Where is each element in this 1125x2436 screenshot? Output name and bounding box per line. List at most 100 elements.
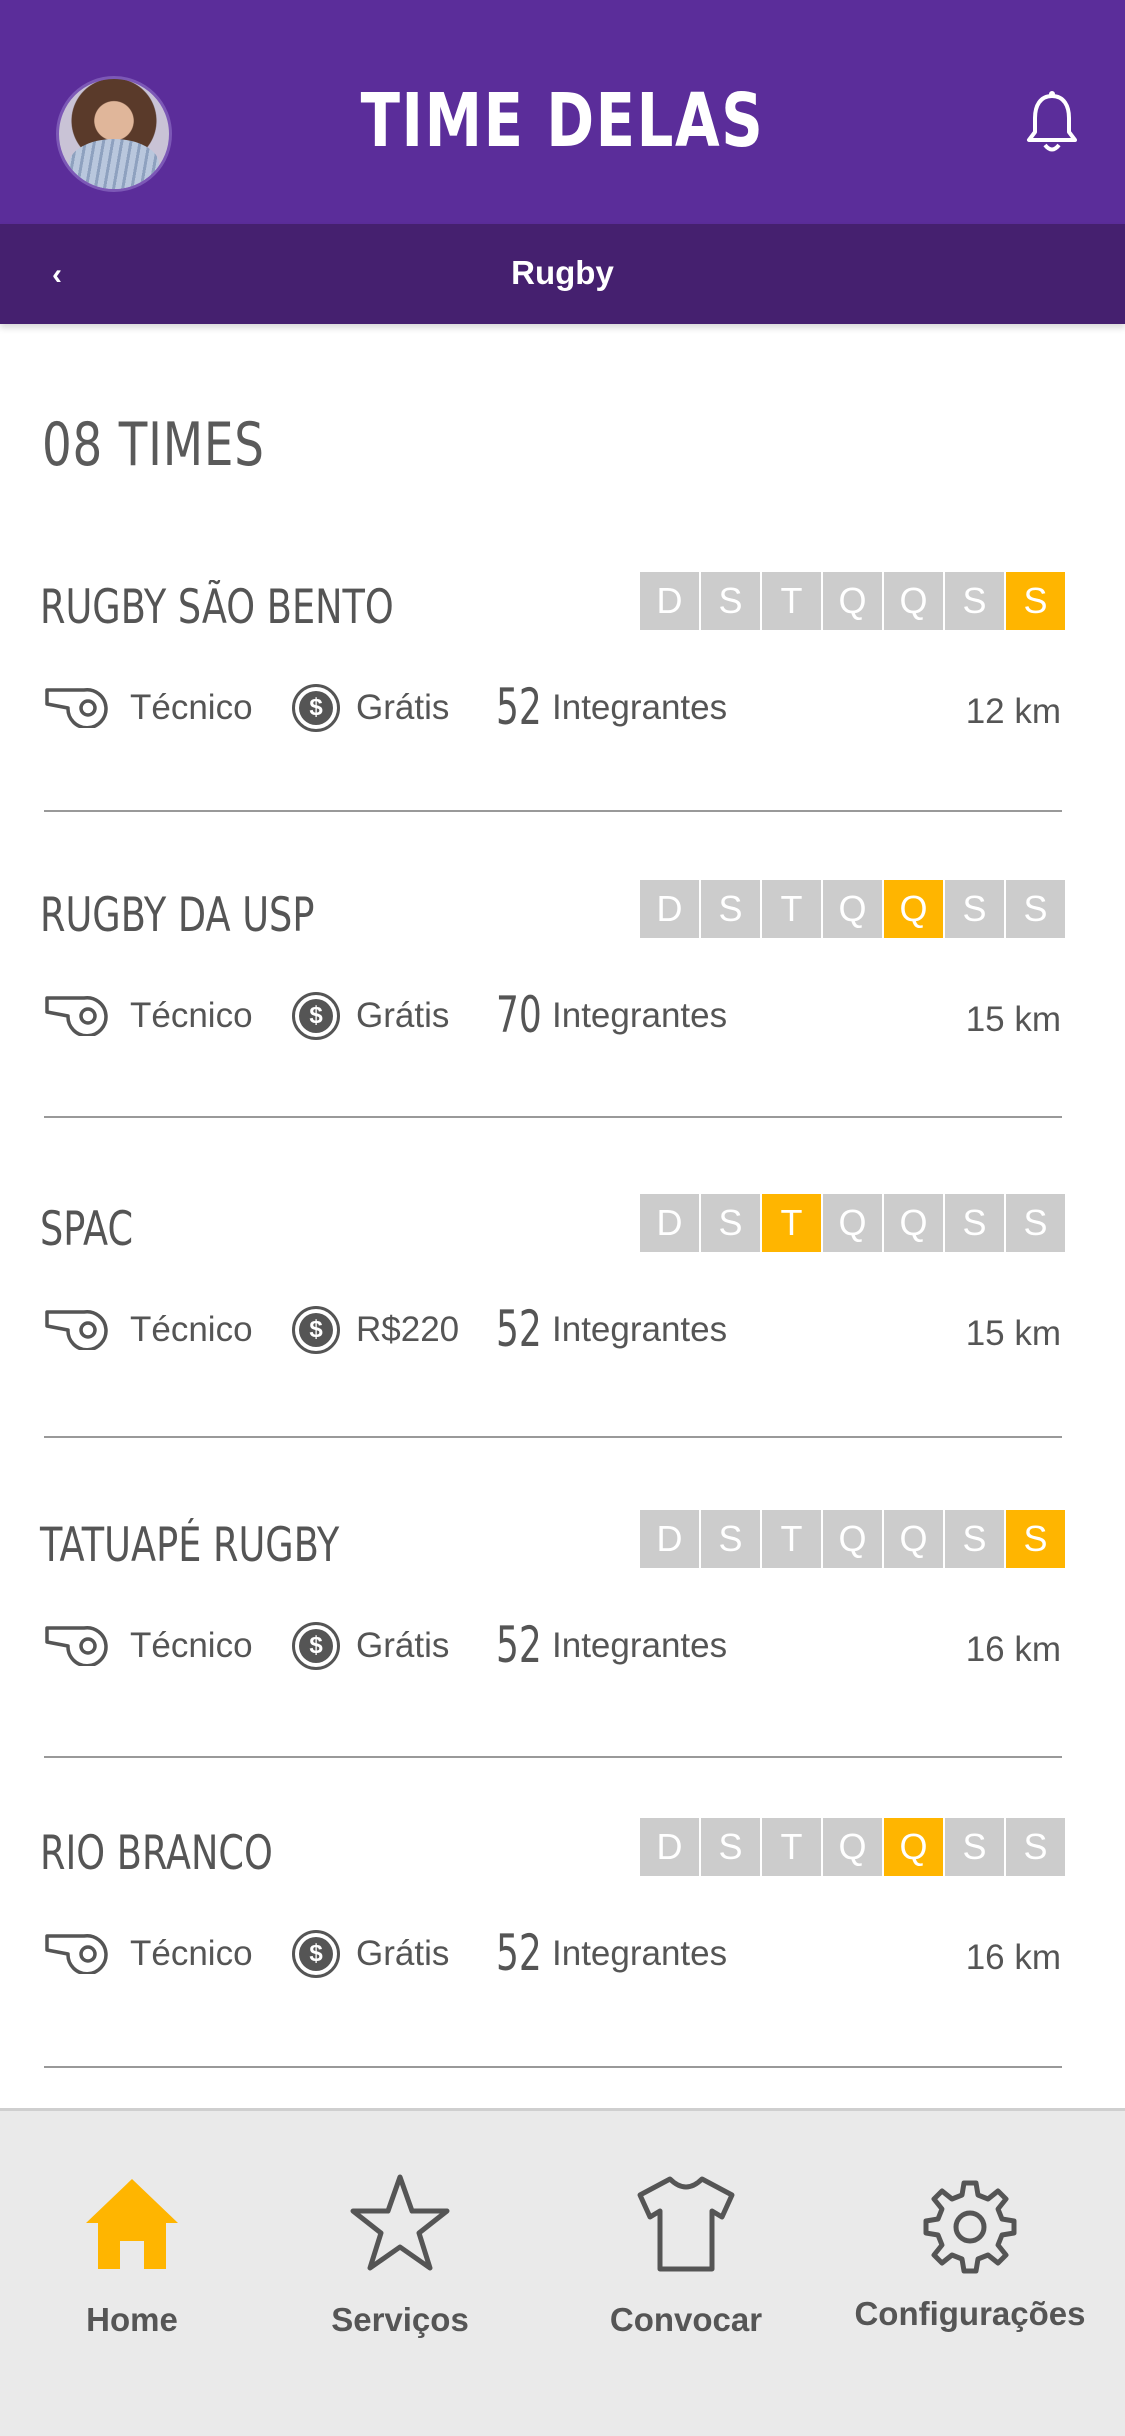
members-label: Integrantes bbox=[552, 996, 728, 1035]
bottom-tab-bar: Home Serviços Convocar Configurações bbox=[0, 2108, 1125, 2436]
price-label: Grátis bbox=[356, 996, 450, 1035]
tab-convocar[interactable]: Convocar bbox=[556, 2111, 816, 2341]
tab-home[interactable]: Home bbox=[2, 2111, 262, 2341]
team-divider bbox=[44, 1116, 1062, 1118]
weekday-schedule: DSTQQSS bbox=[640, 1510, 1067, 1568]
team-card[interactable]: RUGBY DA USP D S T Q Q S S Técnico $ Grátis 70 Integ… bbox=[0, 880, 1125, 1188]
weekday-schedule: DSTQQSS bbox=[640, 1818, 1067, 1876]
coach-label: Técnico bbox=[130, 996, 253, 1035]
day-cell: S bbox=[701, 880, 760, 938]
app-title: TIME DELAS bbox=[360, 78, 765, 164]
day-cell: S bbox=[1006, 880, 1065, 938]
teams-count: 08 TIMES bbox=[42, 410, 265, 480]
day-cell: D bbox=[640, 880, 699, 938]
team-card[interactable]: RIO BRANCO D S T Q Q S S Técnico $ Grátis 52 Integra… bbox=[0, 1818, 1125, 2126]
team-meta: Técnico $ R$220 52 Integrantes 15 km bbox=[0, 1300, 1125, 1362]
tab-convocar-label: Convocar bbox=[609, 2301, 763, 2338]
members-count: 52 bbox=[496, 678, 542, 736]
coach-label: Técnico bbox=[130, 688, 253, 727]
team-card[interactable]: SPAC D S T Q Q S S Técnico $ R$220 52 Integrantes 15 … bbox=[0, 1194, 1125, 1502]
weekday-schedule: DSTQQSS bbox=[640, 1194, 1067, 1252]
day-cell: S bbox=[701, 1818, 760, 1876]
members-label: Integrantes bbox=[552, 1310, 728, 1349]
day-cell: T bbox=[762, 1194, 821, 1252]
team-name: SPAC bbox=[40, 1202, 134, 1257]
team-divider bbox=[44, 1756, 1062, 1758]
members-count: 52 bbox=[496, 1924, 542, 1982]
day-cell: Q bbox=[823, 1818, 882, 1876]
price-icon: $ bbox=[292, 992, 340, 1040]
team-card[interactable]: TATUAPÉ RUGBY D S T Q Q S S Técnico $ Grátis 52 Inte… bbox=[0, 1510, 1125, 1818]
team-name: RIO BRANCO bbox=[40, 1826, 273, 1881]
distance-label: 15 km bbox=[965, 1000, 1061, 1039]
day-cell: S bbox=[945, 1818, 1004, 1876]
coach-label: Técnico bbox=[130, 1310, 253, 1349]
day-cell: D bbox=[640, 1818, 699, 1876]
day-cell: Q bbox=[823, 1194, 882, 1252]
weekday-schedule: DSTQQSS bbox=[640, 880, 1067, 938]
distance-label: 16 km bbox=[965, 1938, 1061, 1977]
price-label: Grátis bbox=[356, 688, 450, 727]
whistle-icon bbox=[45, 1934, 108, 1974]
members-count: 52 bbox=[496, 1616, 542, 1674]
tab-servicos[interactable]: Serviços bbox=[270, 2111, 530, 2341]
whistle-icon bbox=[45, 996, 108, 1036]
sport-bar: ‹ Rugby bbox=[0, 224, 1125, 324]
price-icon: $ bbox=[292, 1930, 340, 1978]
price-label: Grátis bbox=[356, 1626, 450, 1665]
members-label: Integrantes bbox=[552, 1934, 728, 1973]
day-cell: S bbox=[701, 1194, 760, 1252]
members-count: 52 bbox=[496, 1300, 542, 1358]
day-cell: S bbox=[945, 880, 1004, 938]
day-cell: S bbox=[945, 1510, 1004, 1568]
tab-servicos-label: Serviços bbox=[331, 2301, 469, 2338]
tab-home-label: Home bbox=[86, 2301, 178, 2338]
day-cell: T bbox=[762, 1818, 821, 1876]
team-divider bbox=[44, 1436, 1062, 1438]
day-cell: S bbox=[1006, 1194, 1065, 1252]
price-label: R$220 bbox=[356, 1310, 460, 1349]
team-meta: Técnico $ Grátis 70 Integrantes 15 km bbox=[0, 986, 1125, 1048]
day-cell: Q bbox=[884, 1194, 943, 1252]
members-count: 70 bbox=[496, 986, 542, 1044]
day-cell: S bbox=[945, 1194, 1004, 1252]
day-cell: S bbox=[1006, 572, 1065, 630]
day-cell: T bbox=[762, 880, 821, 938]
bell-icon[interactable] bbox=[1024, 90, 1080, 156]
day-cell: Q bbox=[823, 880, 882, 938]
team-meta: Técnico $ Grátis 52 Integrantes 12 km bbox=[0, 678, 1125, 740]
team-meta: Técnico $ Grátis 52 Integrantes 16 km bbox=[0, 1924, 1125, 1986]
members-label: Integrantes bbox=[552, 688, 728, 727]
whistle-icon bbox=[45, 1626, 108, 1666]
day-cell: S bbox=[1006, 1818, 1065, 1876]
price-icon: $ bbox=[292, 1306, 340, 1354]
day-cell: D bbox=[640, 572, 699, 630]
app-header: TIME DELAS bbox=[0, 0, 1125, 224]
coach-label: Técnico bbox=[130, 1626, 253, 1665]
day-cell: Q bbox=[884, 880, 943, 938]
team-divider bbox=[44, 2066, 1062, 2068]
day-cell: T bbox=[762, 572, 821, 630]
day-cell: S bbox=[701, 572, 760, 630]
price-icon: $ bbox=[292, 684, 340, 732]
day-cell: S bbox=[945, 572, 1004, 630]
team-card[interactable]: RUGBY SÃO BENTO D S T Q Q S S Técnico $ Grátis 52 In… bbox=[0, 572, 1125, 880]
day-cell: Q bbox=[884, 572, 943, 630]
day-cell: Q bbox=[823, 572, 882, 630]
gear-icon bbox=[923, 2180, 1017, 2274]
team-name: TATUAPÉ RUGBY bbox=[40, 1518, 340, 1573]
day-cell: Q bbox=[884, 1818, 943, 1876]
day-cell: D bbox=[640, 1510, 699, 1568]
shirt-icon bbox=[637, 2176, 735, 2272]
day-cell: Q bbox=[823, 1510, 882, 1568]
distance-label: 15 km bbox=[965, 1314, 1061, 1353]
day-cell: S bbox=[701, 1510, 760, 1568]
day-cell: Q bbox=[884, 1510, 943, 1568]
members-label: Integrantes bbox=[552, 1626, 728, 1665]
team-meta: Técnico $ Grátis 52 Integrantes 16 km bbox=[0, 1616, 1125, 1678]
team-name: RUGBY DA USP bbox=[40, 888, 315, 943]
tab-configuracoes[interactable]: Configurações bbox=[840, 2111, 1100, 2341]
whistle-icon bbox=[45, 688, 108, 728]
tab-configuracoes-label: Configurações bbox=[854, 2295, 1086, 2332]
sport-title: Rugby bbox=[511, 254, 614, 291]
